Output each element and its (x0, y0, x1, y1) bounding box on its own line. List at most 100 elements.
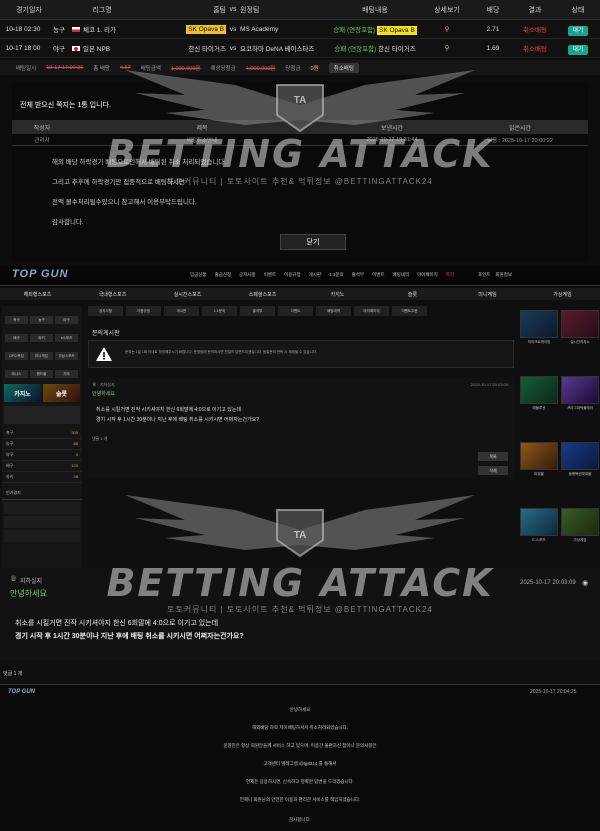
slot-banner[interactable]: 슬롯 (43, 384, 80, 402)
post-zoom: ♕ 지하실지 안녕하세요 2025-10-17 20:03:09 ◉ 취소를 시… (0, 568, 600, 660)
answer-line: 고객센터 텔레그램 @tg8214 를 통해서 (263, 761, 337, 766)
board-tab[interactable]: 공지사항 (88, 306, 123, 316)
main-nav-item[interactable]: 가상게임 (525, 291, 600, 298)
ad-banner[interactable] (520, 376, 558, 404)
top-nav-item[interactable]: 회원정보 (495, 272, 512, 278)
sidebar-button[interactable]: 축구 (5, 316, 28, 324)
ad-banner[interactable] (561, 310, 599, 338)
site-logo[interactable]: TOP GUN (12, 268, 69, 280)
bet-vs: vs (229, 44, 237, 52)
sport-row[interactable]: 배구 123 (2, 461, 82, 472)
sidebar-button[interactable]: 배구 (5, 334, 28, 342)
ad-banner[interactable] (561, 376, 599, 404)
bet-date: 10-17 18:00 (5, 44, 41, 52)
top-nav-item[interactable]: 입금신청 (190, 272, 207, 278)
sidebar-button[interactable]: 야구 (55, 316, 78, 324)
board-tab[interactable]: 이벤트 (278, 306, 313, 316)
summary-label: 배팅일시 (16, 65, 37, 72)
sports-list: 축구 305 농구 86 야구 9 배구 123 하키 28 (2, 428, 82, 483)
sidebar-button[interactable]: 하키 (30, 334, 53, 342)
col-odds: 배당 (486, 6, 500, 14)
ad-banner[interactable] (520, 442, 558, 470)
col-read: 읽은시간 (508, 125, 532, 132)
casino-banner[interactable]: 카지노 (4, 384, 41, 402)
summary-label: 예상당첨금 (210, 65, 236, 72)
bet-summary-bar: 배팅일시 10-17 17:00:36 총 배당 4.57 배팅금액 1,000,00… (0, 60, 600, 75)
bet-league: 체코 1. 리가 (72, 24, 146, 34)
ad-banner[interactable] (561, 442, 599, 470)
ad-label: 실시간카지노 (570, 340, 590, 344)
ad-banner[interactable] (561, 508, 599, 536)
cancel-bet-button[interactable]: 취소배팅 (328, 62, 359, 73)
top-nav-item[interactable]: 이벤트 (372, 272, 384, 278)
sidebar-button[interactable]: e스포츠 (55, 334, 78, 342)
message-subject[interactable]: 배팅취소안내 (72, 136, 332, 144)
top-nav-item[interactable]: 출금신청 (215, 272, 232, 278)
sidebar-button[interactable]: 미니게임 (30, 352, 53, 360)
sport-row[interactable]: 야구 9 (2, 450, 82, 461)
magnifier-icon[interactable]: ⚲ (422, 44, 472, 52)
summary-label: 배팅금액 (140, 65, 161, 72)
sidebar-buttons: 축구 농구 야구 배구 하키 e스포츠 UFC/복싱 미니게임 가상스포츠 테니스 핸드볼 기타 (2, 306, 82, 382)
post-line: 경기 시작 후 1시간 30분이나 지난 후에 배팅 취소를 시키시면 어쩌자는… (15, 633, 244, 640)
close-button[interactable]: 닫기 (280, 234, 346, 250)
sport-row[interactable]: 축구 305 (2, 428, 82, 439)
main-nav-item[interactable]: 실시간스포츠 (150, 291, 225, 298)
popular-item[interactable] (4, 530, 80, 542)
top-nav-item[interactable]: 포인트 (478, 272, 490, 278)
reply-count: 댓글 1 개 (3, 671, 23, 677)
top-nav: 입금신청 출금신청 공지사항 이벤트 이용규정 게시판 1:1문의 출석부 이벤… (190, 272, 454, 278)
message-row[interactable]: 관리자 배팅취소안내 2025-10-17 19:31:44 읽음 : 2025… (12, 134, 588, 146)
sidebar-button[interactable]: 농구 (30, 316, 53, 324)
top-nav-item[interactable]: 쪽지 (446, 272, 454, 278)
sport-row[interactable]: 농구 86 (2, 439, 82, 450)
bet-status: 대기 (556, 44, 600, 55)
board-tab[interactable]: 1:1문의 (202, 306, 237, 316)
sidebar-button[interactable]: 가상스포츠 (55, 352, 78, 360)
board-tab[interactable]: 이용규정 (126, 306, 161, 316)
main-nav-item[interactable]: 스페셜스포츠 (225, 291, 300, 298)
sport-name: 야구 (6, 452, 14, 457)
sport-name: 축구 (6, 430, 14, 435)
board-tabs: 공지사항 이용규정 게시판 1:1문의 출석부 이벤트 배팅내역 마이페이지 이… (88, 306, 514, 316)
popular-item[interactable] (4, 502, 80, 514)
sidebar-button[interactable]: UFC/복싱 (5, 352, 28, 360)
top-nav-item[interactable]: 게시판 (309, 272, 321, 278)
main-nav-item[interactable]: 국내형스포츠 (75, 291, 150, 298)
bet-odds: 2.71 (486, 25, 500, 33)
sport-row[interactable]: 하키 28 (2, 472, 82, 483)
list-button[interactable]: 목록 (478, 452, 508, 461)
bet-pick-team: SK Opava B (377, 26, 417, 35)
promo-banner[interactable] (4, 406, 80, 424)
top-nav-item[interactable]: 출석부 (352, 272, 364, 278)
sidebar-button[interactable]: 기타 (55, 370, 78, 378)
answer-line: 운영진은 항상 회원분들께 서비스 하고 있으며, 이용간 불편하신 점이나 문… (223, 743, 377, 748)
board-tab[interactable]: 배팅내역 (316, 306, 351, 316)
sidebar-button[interactable]: 핸드볼 (30, 370, 53, 378)
top-nav-item[interactable]: 배팅내역 (392, 272, 409, 278)
delete-button[interactable]: 삭제 (478, 466, 508, 475)
board-tab[interactable]: 게시판 (164, 306, 199, 316)
bet-odds: 1.69 (486, 44, 500, 52)
top-nav-item[interactable]: 1:1문의 (329, 272, 344, 278)
main-nav-item[interactable]: 해외형스포츠 (0, 291, 75, 298)
main-nav-item[interactable]: 카지노 (300, 291, 375, 298)
main-nav-item[interactable]: 미니게임 (450, 291, 525, 298)
magnifier-icon[interactable]: ⚲ (422, 25, 472, 33)
board-tab[interactable]: 이벤트주문 (392, 306, 427, 316)
ad-banner[interactable] (520, 508, 558, 536)
sidebar-button[interactable]: 테니스 (5, 370, 28, 378)
main-nav-item[interactable]: 슬롯 (375, 291, 450, 298)
board-tab[interactable]: 출석부 (240, 306, 275, 316)
popular-item[interactable] (4, 516, 80, 528)
sport-name: 배구 (6, 463, 14, 468)
bet-row[interactable]: 10-18 02:30 농구 체코 1. 리가 SK Opava B vs MS… (0, 20, 600, 39)
board-tab[interactable]: 마이페이지 (354, 306, 389, 316)
ad-banner[interactable] (520, 310, 558, 338)
top-nav-item[interactable]: 공지사항 (239, 272, 256, 278)
top-nav-item[interactable]: 이벤트 (264, 272, 276, 278)
top-nav-item[interactable]: 이용규정 (284, 272, 301, 278)
eye-icon: ◉ (582, 580, 589, 587)
bet-row[interactable]: 10-17 18:00 야구 일본 NPB 한신 타이거즈 vs 요코하마 De… (0, 39, 600, 58)
top-nav-item[interactable]: 마이페이지 (417, 272, 438, 278)
